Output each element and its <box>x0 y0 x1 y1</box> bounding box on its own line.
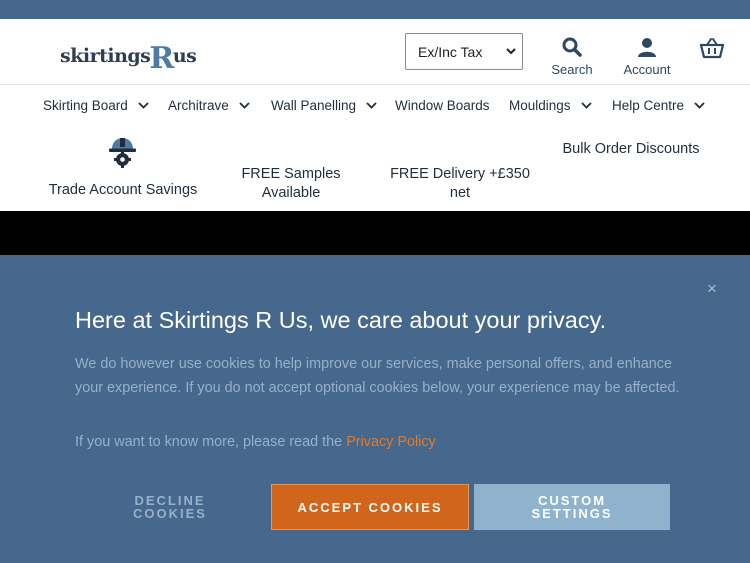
usp-bulk-order[interactable]: Bulk Order Discounts <box>552 141 710 157</box>
tax-select[interactable]: Ex/Inc Tax <box>405 33 523 70</box>
tax-select-value: Ex/Inc Tax <box>418 43 483 60</box>
usp-trade-account[interactable]: Trade Account Savings <box>42 182 204 198</box>
nav-item-wall-panelling[interactable]: Wall Panelling <box>271 98 377 113</box>
site-header: skirtingsRus Ex/Inc Tax Search Account <box>0 19 750 85</box>
usp-line: net <box>449 185 471 201</box>
nav-item-architrave[interactable]: Architrave <box>168 98 250 113</box>
chevron-down-icon <box>580 102 592 109</box>
chevron-down-icon <box>239 102 250 109</box>
trade-hat-icon <box>108 137 137 168</box>
chevron-down-icon <box>366 102 377 109</box>
chevron-down-icon <box>138 102 149 109</box>
nav-item-label: Mouldings <box>509 98 571 113</box>
search-icon <box>562 37 582 57</box>
nav-item-label: Window Boards <box>395 98 490 113</box>
nav-item-label: Skirting Board <box>43 98 128 113</box>
account-label: Account <box>623 62 671 77</box>
usp-free-delivery[interactable]: FREE Delivery +£350 net <box>380 165 540 203</box>
chevron-down-icon <box>694 102 705 109</box>
button-line: COOKIES <box>133 506 207 521</box>
close-icon[interactable]: × <box>707 279 717 299</box>
nav-item-label: Help Centre <box>612 98 685 113</box>
cookie-title: Here at Skirtings R Us, we care about yo… <box>75 307 607 333</box>
cookie-more-text: If you want to know more, please read th… <box>75 434 347 450</box>
basket-icon <box>700 38 724 59</box>
button-line: SETTINGS <box>531 506 613 521</box>
site-logo[interactable]: skirtingsRus <box>60 35 197 76</box>
nav-item-help-centre[interactable]: Help Centre <box>612 98 705 113</box>
cookie-body: We do however use cookies to help improv… <box>75 356 680 396</box>
account-button[interactable]: Account <box>618 37 676 77</box>
privacy-policy-link[interactable]: Privacy Policy <box>346 434 436 450</box>
nav-item-label: Architrave <box>168 98 229 113</box>
nav-item-skirting-board[interactable]: Skirting Board <box>43 98 149 113</box>
decline-cookies-button[interactable]: DECLINE COOKIES <box>104 484 236 530</box>
main-nav: Skirting Board Architrave Wall Panelling… <box>0 86 750 128</box>
nav-item-window-boards[interactable]: Window Boards <box>395 98 490 113</box>
usp-line: FREE Samples <box>241 166 341 182</box>
top-banner <box>0 0 750 19</box>
search-label: Search <box>551 62 593 77</box>
hero-banner <box>0 211 750 255</box>
accept-cookies-button[interactable]: ACCEPT COOKIES <box>271 484 469 530</box>
account-icon <box>638 38 656 57</box>
usp-free-samples[interactable]: FREE Samples Available <box>230 165 352 203</box>
cookie-consent-panel: × Here at Skirtings R Us, we care about … <box>0 255 750 563</box>
custom-settings-button[interactable]: CUSTOM SETTINGS <box>474 484 670 530</box>
usp-line: FREE Delivery +£350 <box>390 166 530 182</box>
nav-item-label: Wall Panelling <box>271 98 357 113</box>
chevron-down-icon <box>506 48 516 55</box>
cookie-more-info: If you want to know more, please read th… <box>75 434 436 450</box>
basket-button[interactable] <box>698 37 726 64</box>
nav-item-mouldings[interactable]: Mouldings <box>509 98 592 113</box>
search-button[interactable]: Search <box>548 37 596 77</box>
usp-line: Available <box>261 185 321 201</box>
hard-hat-gear-icon <box>109 138 136 168</box>
